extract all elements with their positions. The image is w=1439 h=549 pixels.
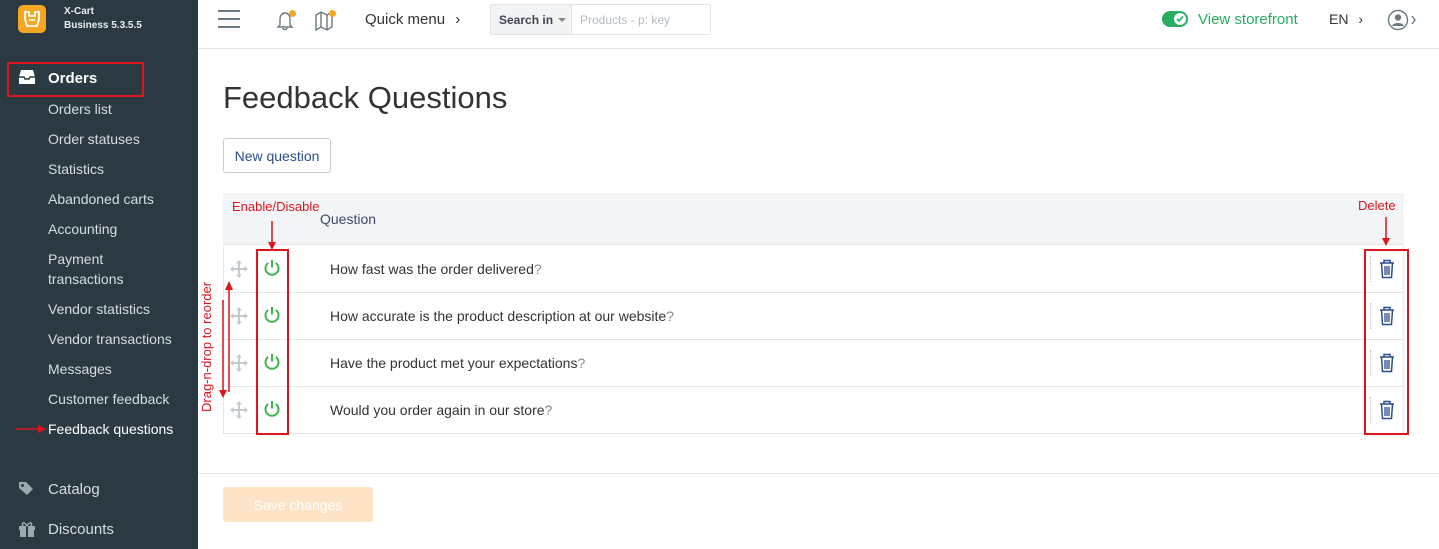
annotation-arrows (16, 217, 1390, 433)
